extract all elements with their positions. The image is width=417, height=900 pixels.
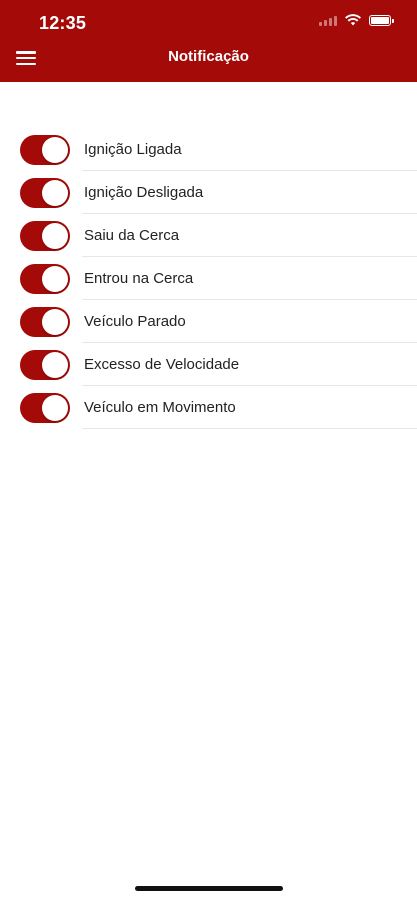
- item-label: Entrou na Cerca: [84, 270, 194, 287]
- toggle-ignicao-ligada[interactable]: [20, 134, 70, 165]
- toggle-knob: [42, 394, 68, 421]
- item-label: Saiu da Cerca: [84, 227, 180, 244]
- item-label: Excesso de Velocidade: [84, 356, 240, 373]
- list-item: Entrou na Cerca: [20, 257, 417, 300]
- list-item: Excesso de Velocidade: [20, 343, 417, 386]
- item-label: Ignição Ligada: [84, 141, 182, 158]
- battery-icon: [369, 14, 394, 26]
- status-icons: [319, 14, 394, 26]
- item-label: Veículo em Movimento: [84, 399, 236, 416]
- home-indicator: [135, 886, 283, 891]
- page-title: Notificação: [168, 48, 249, 65]
- cellular-signal-icon: [319, 14, 337, 26]
- toggle-veiculo-parado[interactable]: [20, 306, 70, 337]
- list-item: Saiu da Cerca: [20, 214, 417, 257]
- item-label: Ignição Desligada: [84, 184, 204, 201]
- toggle-veiculo-em-movimento[interactable]: [20, 392, 70, 423]
- toggle-knob: [42, 308, 68, 335]
- app-header: 12:35 Notificação: [0, 0, 417, 82]
- status-time: 12:35: [39, 13, 87, 33]
- list-item: Veículo Parado: [20, 300, 417, 343]
- toggle-knob: [42, 265, 68, 292]
- toggle-knob: [42, 179, 68, 206]
- toggle-knob: [42, 351, 68, 378]
- item-label: Veículo Parado: [84, 313, 186, 330]
- toggle-ignicao-desligada[interactable]: [20, 177, 70, 208]
- toggle-knob: [42, 136, 68, 163]
- list-item: Veículo em Movimento: [20, 386, 417, 429]
- toggle-knob: [42, 222, 68, 249]
- list-item: Ignição Desligada: [20, 171, 417, 214]
- toggle-saiu-da-cerca[interactable]: [20, 220, 70, 251]
- toggle-excesso-de-velocidade[interactable]: [20, 349, 70, 380]
- wifi-icon: [345, 14, 361, 26]
- notification-list: Ignição Ligada Ignição Desligada Saiu da…: [20, 128, 417, 429]
- toggle-entrou-na-cerca[interactable]: [20, 263, 70, 294]
- list-item: Ignição Ligada: [20, 128, 417, 171]
